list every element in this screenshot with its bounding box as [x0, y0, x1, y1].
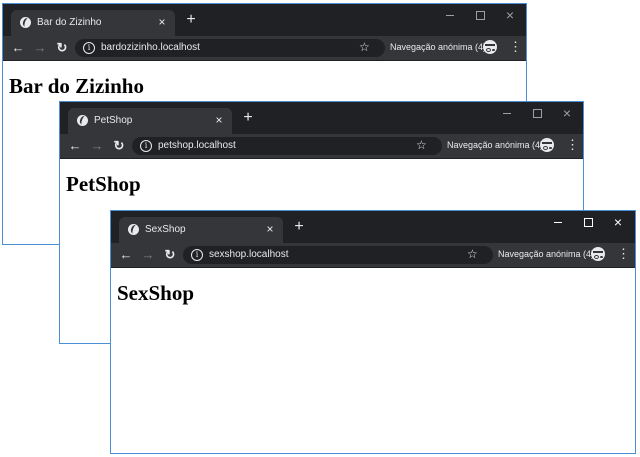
title-bar: SexShop × + × — [111, 211, 635, 243]
tab-bar-do-zizinho[interactable]: Bar do Zizinho × — [11, 10, 175, 36]
tab-title: Bar do Zizinho — [37, 17, 102, 28]
minimize-button[interactable] — [435, 4, 465, 26]
url-text: petshop.localhost — [158, 140, 236, 151]
minimize-button[interactable] — [492, 102, 522, 124]
forward-icon[interactable]: → — [90, 139, 104, 153]
menu-icon[interactable]: ⋮ — [509, 40, 522, 54]
page-heading: Bar do Zizinho — [9, 74, 144, 98]
url-text: bardozizinho.localhost — [101, 42, 200, 53]
page-heading: PetShop — [66, 172, 141, 196]
incognito-label[interactable]: Navegação anónima (4) — [498, 249, 594, 259]
maximize-button[interactable] — [522, 102, 552, 124]
reload-icon[interactable]: ↻ — [112, 139, 126, 153]
site-info-icon[interactable]: i — [191, 249, 203, 261]
site-info-icon[interactable]: i — [83, 42, 95, 54]
bookmark-star-icon[interactable]: ☆ — [467, 247, 478, 261]
close-window-button[interactable]: × — [603, 211, 633, 233]
url-text: sexshop.localhost — [209, 249, 289, 260]
menu-icon[interactable]: ⋮ — [617, 247, 630, 261]
bookmark-star-icon[interactable]: ☆ — [359, 40, 370, 54]
tab-title: PetShop — [94, 115, 133, 126]
forward-icon[interactable]: → — [33, 41, 47, 55]
incognito-icon[interactable] — [591, 247, 605, 261]
incognito-label[interactable]: Navegação anónima (4) — [447, 140, 543, 150]
back-icon[interactable]: ← — [68, 139, 82, 153]
address-bar[interactable]: i bardozizinho.localhost — [75, 39, 385, 57]
favicon-icon — [20, 17, 31, 28]
reload-icon[interactable]: ↻ — [163, 248, 177, 262]
back-icon[interactable]: ← — [11, 41, 25, 55]
new-tab-button[interactable]: + — [183, 12, 199, 28]
favicon-icon — [128, 224, 139, 235]
maximize-button[interactable] — [465, 4, 495, 26]
address-bar[interactable]: i petshop.localhost — [132, 137, 442, 155]
new-tab-button[interactable]: + — [291, 219, 307, 235]
title-bar: PetShop × + × — [60, 102, 583, 134]
tab-sexshop[interactable]: SexShop × — [119, 217, 283, 243]
tab-close-icon[interactable]: × — [155, 15, 169, 29]
back-icon[interactable]: ← — [119, 248, 133, 262]
close-window-button[interactable]: × — [552, 102, 582, 124]
tab-close-icon[interactable]: × — [212, 113, 226, 127]
new-tab-button[interactable]: + — [240, 110, 256, 126]
reload-icon[interactable]: ↻ — [55, 41, 69, 55]
forward-icon[interactable]: → — [141, 248, 155, 262]
tab-close-icon[interactable]: × — [263, 222, 277, 236]
menu-icon[interactable]: ⋮ — [566, 138, 579, 152]
favicon-icon — [77, 115, 88, 126]
page-heading: SexShop — [117, 281, 195, 305]
maximize-button[interactable] — [573, 211, 603, 233]
browser-window-sexshop: SexShop × + × ← → ↻ i sexshop.localhost … — [110, 210, 636, 454]
browser-toolbar: ← → ↻ i bardozizinho.localhost ☆ Navegaç… — [3, 36, 526, 61]
tab-petshop[interactable]: PetShop × — [68, 108, 232, 134]
title-bar: Bar do Zizinho × + × — [3, 4, 526, 36]
incognito-icon[interactable] — [540, 138, 554, 152]
bookmark-star-icon[interactable]: ☆ — [416, 138, 427, 152]
tab-title: SexShop — [145, 224, 186, 235]
browser-toolbar: ← → ↻ i sexshop.localhost ☆ Navegação an… — [111, 243, 635, 268]
close-window-button[interactable]: × — [495, 4, 525, 26]
minimize-button[interactable] — [543, 211, 573, 233]
site-info-icon[interactable]: i — [140, 140, 152, 152]
browser-toolbar: ← → ↻ i petshop.localhost ☆ Navegação an… — [60, 134, 583, 159]
incognito-label[interactable]: Navegação anónima (4) — [390, 42, 486, 52]
incognito-icon[interactable] — [483, 40, 497, 54]
address-bar[interactable]: i sexshop.localhost — [183, 246, 493, 264]
